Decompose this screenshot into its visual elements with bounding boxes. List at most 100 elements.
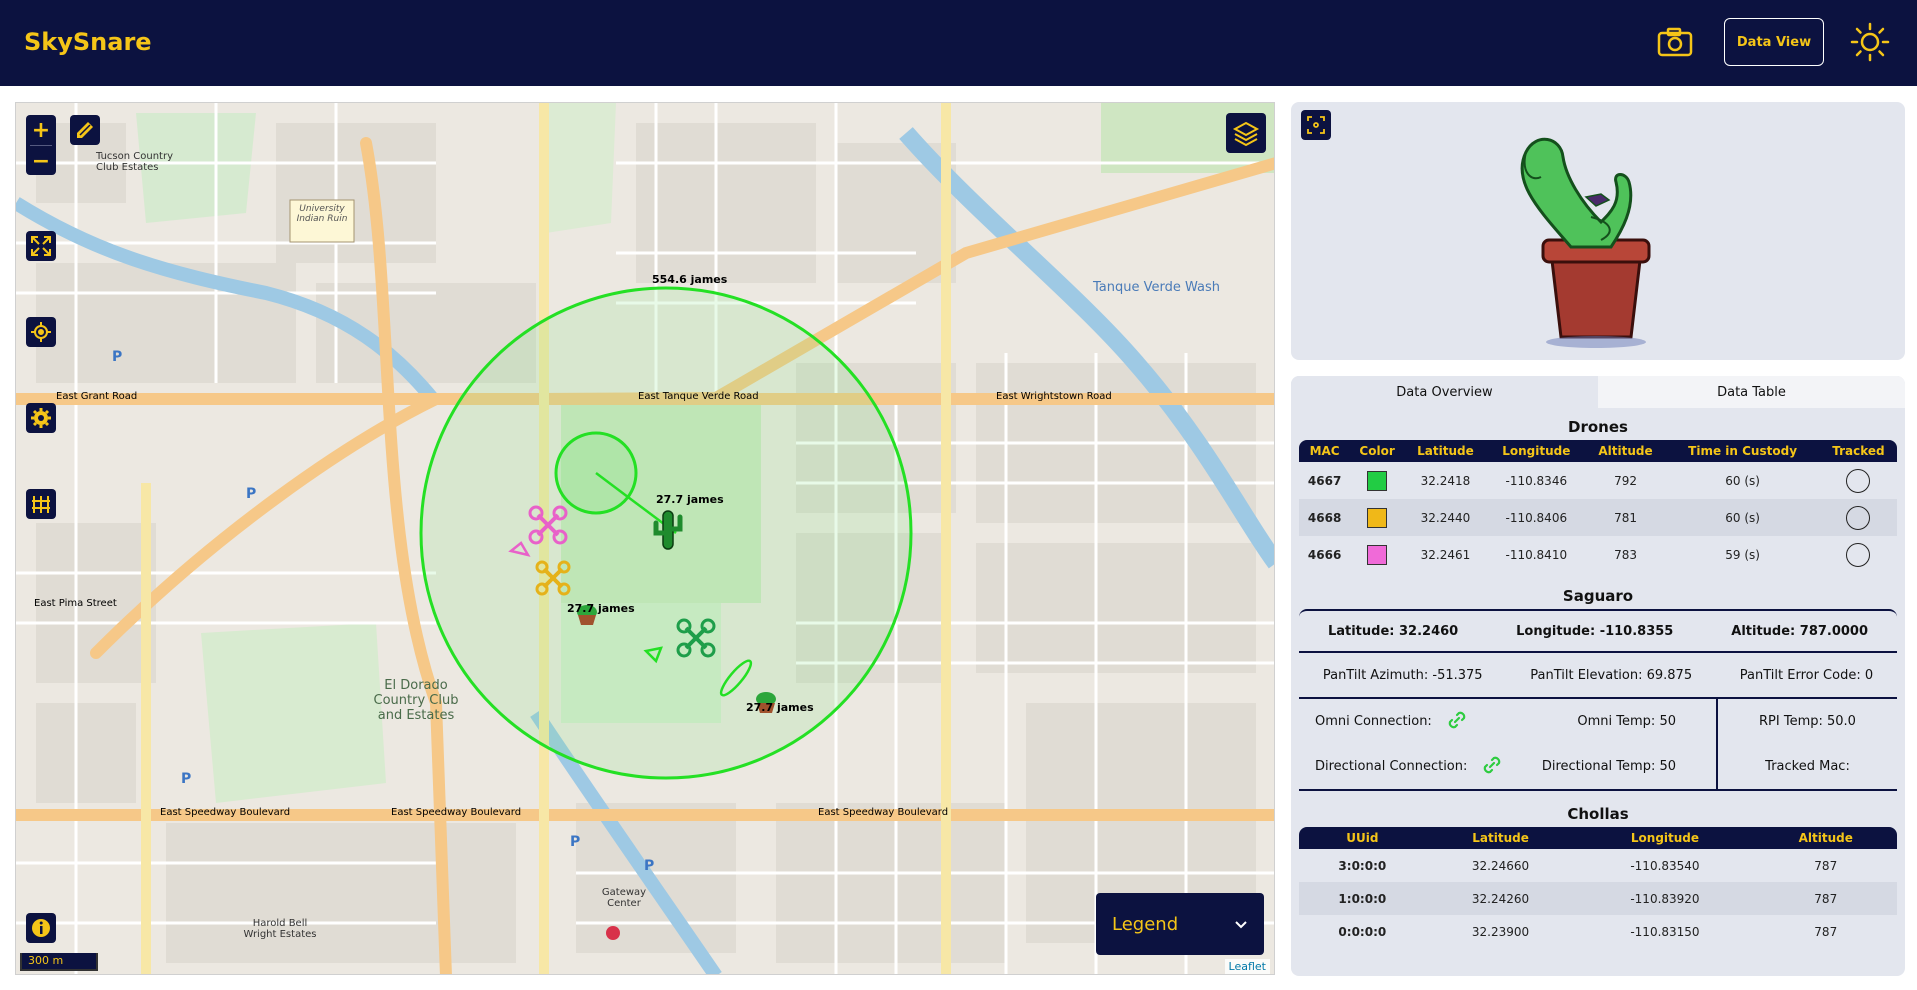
street-label: East Tanque Verde Road bbox=[638, 391, 759, 402]
place-label: Tucson Country Club Estates bbox=[96, 151, 173, 173]
column-header: Altitude bbox=[1598, 444, 1653, 458]
app-header: SkySnare Data View bbox=[0, 0, 1917, 86]
cactus-mascot-image bbox=[1520, 137, 1651, 348]
cholla-range-label: 27.7 james bbox=[567, 602, 635, 615]
map-attribution[interactable]: Leaflet bbox=[1224, 959, 1270, 974]
drone-color-cell bbox=[1350, 536, 1404, 573]
tracked-mac: Tracked Mac: bbox=[1765, 759, 1850, 774]
street-label: East Wrightstown Road bbox=[996, 391, 1112, 402]
drone-latitude: 32.2418 bbox=[1420, 473, 1471, 488]
cholla-longitude: -110.83540 bbox=[1630, 858, 1700, 873]
drone-mac: 4668 bbox=[1307, 510, 1342, 525]
fence-icon[interactable] bbox=[26, 489, 56, 519]
street-label: East Speedway Boulevard bbox=[391, 807, 522, 818]
legend-dropdown[interactable]: Legend bbox=[1096, 893, 1264, 955]
omni-row: Omni Connection: Omni Temp: 50 bbox=[1299, 699, 1716, 744]
place-label: Gateway Center bbox=[601, 887, 647, 909]
drone-altitude: 783 bbox=[1614, 547, 1637, 562]
cholla-longitude: -110.83150 bbox=[1630, 924, 1700, 939]
table-row: 4667 32.2418 -110.8346 792 60 (s) bbox=[1299, 462, 1897, 499]
color-swatch bbox=[1367, 470, 1388, 491]
locate-icon[interactable] bbox=[26, 317, 56, 347]
omni-temp: Omni Temp: 50 bbox=[1577, 714, 1676, 729]
fit-view-icon[interactable] bbox=[1301, 110, 1331, 140]
data-tabs: Data Overview Data Table bbox=[1291, 376, 1905, 408]
settings-gear-icon[interactable] bbox=[26, 403, 56, 433]
column-header: UUid bbox=[1346, 831, 1379, 845]
mascot-panel bbox=[1291, 102, 1905, 360]
drone-latitude: 32.2440 bbox=[1420, 510, 1471, 525]
cholla-uuid: 1:0:0:0 bbox=[1338, 891, 1387, 906]
column-header: Latitude bbox=[1472, 831, 1529, 845]
pantilt-elevation: PanTilt Elevation: 69.875 bbox=[1530, 667, 1693, 683]
saguaro-pantilt-row: PanTilt Azimuth: -51.375 PanTilt Elevati… bbox=[1299, 651, 1897, 697]
cholla-uuid: 3:0:0:0 bbox=[1338, 858, 1387, 873]
column-header: Longitude bbox=[1630, 831, 1700, 845]
cholla-latitude: 32.23900 bbox=[1471, 924, 1530, 939]
zoom-out-button[interactable]: − bbox=[26, 146, 56, 176]
link-icon bbox=[1446, 709, 1468, 735]
cholla-latitude: 32.24260 bbox=[1471, 891, 1530, 906]
legend-label: Legend bbox=[1112, 913, 1179, 935]
tracked-radio[interactable] bbox=[1846, 468, 1871, 493]
drones-title: Drones bbox=[1568, 418, 1628, 436]
table-header-row: UUid Latitude Longitude Altitude bbox=[1299, 827, 1897, 849]
map-view[interactable]: P P P P P East Tanque Verde Road East Wrigh… bbox=[15, 102, 1275, 975]
column-header: MAC bbox=[1309, 444, 1340, 458]
info-icon[interactable] bbox=[26, 913, 56, 943]
system-column: RPI Temp: 50.0 Tracked Mac: bbox=[1718, 699, 1897, 789]
directional-row: Directional Connection: Directional Temp… bbox=[1299, 744, 1716, 789]
cholla-altitude: 787 bbox=[1814, 858, 1838, 873]
map-scale: 300 m bbox=[20, 953, 98, 971]
fullscreen-icon[interactable] bbox=[26, 231, 56, 261]
color-swatch bbox=[1367, 544, 1388, 565]
tracked-cell bbox=[1820, 536, 1897, 573]
drone-altitude: 792 bbox=[1614, 473, 1637, 488]
column-header: Altitude bbox=[1798, 831, 1853, 845]
svg-text:P: P bbox=[246, 486, 256, 502]
drones-table: MAC Color Latitude Longitude Altitude Ti… bbox=[1299, 440, 1897, 573]
link-icon bbox=[1481, 754, 1503, 780]
tab-data-overview[interactable]: Data Overview bbox=[1291, 376, 1598, 408]
drone-time-in-custody: 60 (s) bbox=[1725, 510, 1760, 525]
omni-connection-label: Omni Connection: bbox=[1315, 714, 1432, 729]
zoom-in-button[interactable]: + bbox=[26, 115, 56, 145]
chevron-down-icon bbox=[1234, 914, 1248, 935]
place-label: El Dorado Country Club and Estates bbox=[373, 678, 459, 723]
cholla-altitude: 787 bbox=[1814, 891, 1838, 906]
column-header: Longitude bbox=[1502, 444, 1571, 458]
pantilt-error-code: PanTilt Error Code: 0 bbox=[1739, 667, 1874, 683]
drone-mac: 4666 bbox=[1307, 547, 1342, 562]
table-row: 4668 32.2440 -110.8406 781 60 (s) bbox=[1299, 499, 1897, 536]
tracked-cell bbox=[1820, 462, 1897, 499]
chollas-table: UUid Latitude Longitude Altitude 3:0:0:0… bbox=[1299, 827, 1897, 948]
camera-icon[interactable] bbox=[1655, 23, 1695, 63]
drone-altitude: 781 bbox=[1614, 510, 1637, 525]
rpi-temp: RPI Temp: 50.0 bbox=[1759, 714, 1856, 729]
street-label: East Pima Street bbox=[34, 598, 117, 609]
street-label: East Speedway Boulevard bbox=[818, 807, 949, 818]
saguaro-latitude: Latitude: 32.2460 bbox=[1327, 623, 1459, 639]
data-view-button[interactable]: Data View bbox=[1724, 18, 1824, 66]
place-label: Harold Bell Wright Estates bbox=[243, 918, 317, 940]
drone-mac: 4667 bbox=[1307, 473, 1342, 488]
svg-text:P: P bbox=[181, 771, 191, 787]
zoom-control: + − bbox=[26, 115, 56, 175]
saguaro-status: Latitude: 32.2460 Longitude: -110.8355 A… bbox=[1299, 609, 1897, 791]
table-row: 3:0:0:0 32.24660 -110.83540 787 bbox=[1299, 849, 1897, 882]
draw-tool-icon[interactable] bbox=[70, 115, 100, 145]
column-header: Latitude bbox=[1417, 444, 1474, 458]
tab-data-table[interactable]: Data Table bbox=[1598, 376, 1905, 408]
tracked-radio[interactable] bbox=[1846, 505, 1871, 530]
drone-color-cell bbox=[1350, 462, 1404, 499]
table-header-row: MAC Color Latitude Longitude Altitude Ti… bbox=[1299, 440, 1897, 462]
tracked-cell bbox=[1820, 499, 1897, 536]
saguaro-title: Saguaro bbox=[1562, 587, 1634, 605]
color-swatch bbox=[1367, 507, 1388, 528]
layers-icon[interactable] bbox=[1226, 113, 1266, 153]
sun-icon[interactable] bbox=[1850, 22, 1890, 62]
drone-longitude: -110.8406 bbox=[1505, 510, 1568, 525]
cholla-altitude: 787 bbox=[1814, 924, 1838, 939]
street-label: East Speedway Boulevard bbox=[160, 807, 291, 818]
tracked-radio[interactable] bbox=[1846, 542, 1871, 567]
